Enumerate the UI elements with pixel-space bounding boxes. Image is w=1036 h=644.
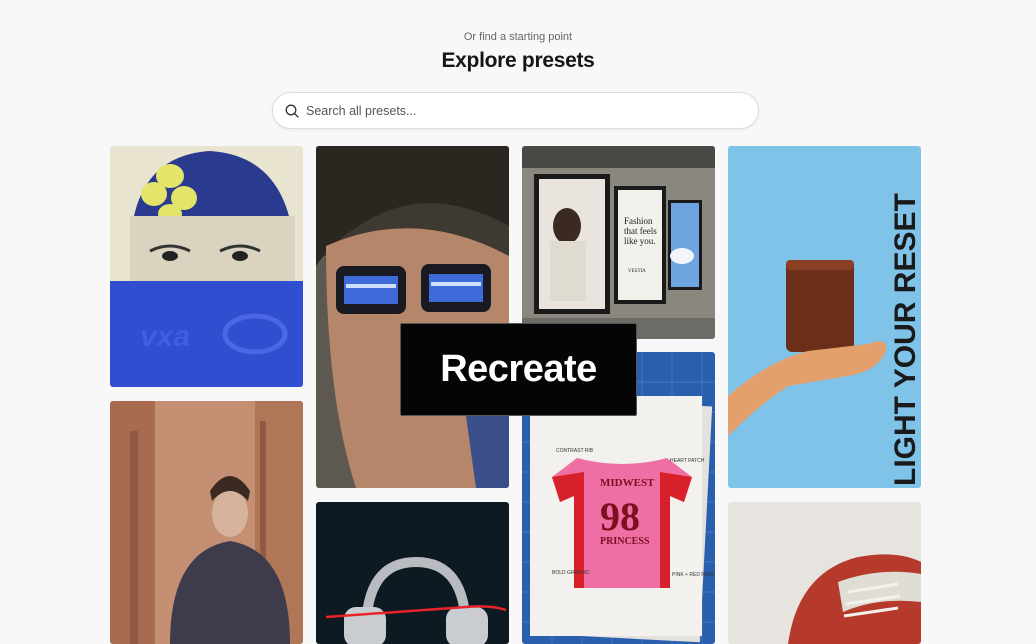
- preset-tile-beanie[interactable]: vxa: [110, 146, 303, 387]
- preset-tile-hoodie[interactable]: [110, 401, 303, 644]
- svg-text:LIGHT YOUR RESET: LIGHT YOUR RESET: [889, 193, 921, 486]
- svg-text:that feels: that feels: [624, 226, 657, 236]
- subway-posters-image: Fashion that feels like you. VESTIA: [522, 146, 715, 339]
- svg-text:CONTRAST RIB: CONTRAST RIB: [556, 448, 594, 454]
- svg-text:PINK + RED PANEL: PINK + RED PANEL: [672, 572, 715, 578]
- preset-tile-candle[interactable]: LIGHT YOUR RESET: [728, 146, 921, 488]
- preset-tile-headphones[interactable]: [316, 502, 509, 644]
- svg-text:MIDWEST: MIDWEST: [600, 477, 655, 489]
- hoodie-portrait-image: [110, 401, 303, 644]
- svg-text:PRINCESS: PRINCESS: [600, 536, 650, 547]
- svg-text:like you.: like you.: [624, 236, 656, 246]
- headphones-image: [316, 502, 509, 644]
- search-bar[interactable]: [272, 92, 759, 129]
- section-subtitle: Or find a starting point: [463, 31, 573, 43]
- svg-text:Fashion: Fashion: [624, 216, 653, 226]
- svg-text:HEART PATCH: HEART PATCH: [670, 458, 705, 464]
- glasses-portrait-image: [316, 146, 509, 488]
- search-input[interactable]: [306, 101, 746, 121]
- search-icon: [285, 104, 299, 118]
- candle-ad-image: LIGHT YOUR RESET: [728, 146, 921, 488]
- recreate-overlay-label: Recreate: [400, 323, 637, 416]
- svg-text:vxa: vxa: [140, 320, 190, 353]
- section-title: Explore presets: [441, 49, 595, 72]
- beanie-portrait-image: vxa: [110, 146, 303, 387]
- preset-tile-subway[interactable]: Fashion that feels like you. VESTIA: [522, 146, 715, 339]
- presets-panel: Or find a starting point Explore presets…: [0, 0, 1036, 644]
- svg-text:BOLD GRAPHIC: BOLD GRAPHIC: [552, 570, 590, 576]
- preset-tile-sneaker[interactable]: [728, 502, 921, 644]
- preset-tile-glasses[interactable]: [316, 146, 509, 488]
- svg-text:VESTIA: VESTIA: [628, 269, 646, 274]
- svg-text:98: 98: [600, 494, 640, 539]
- sneaker-image: [728, 502, 921, 644]
